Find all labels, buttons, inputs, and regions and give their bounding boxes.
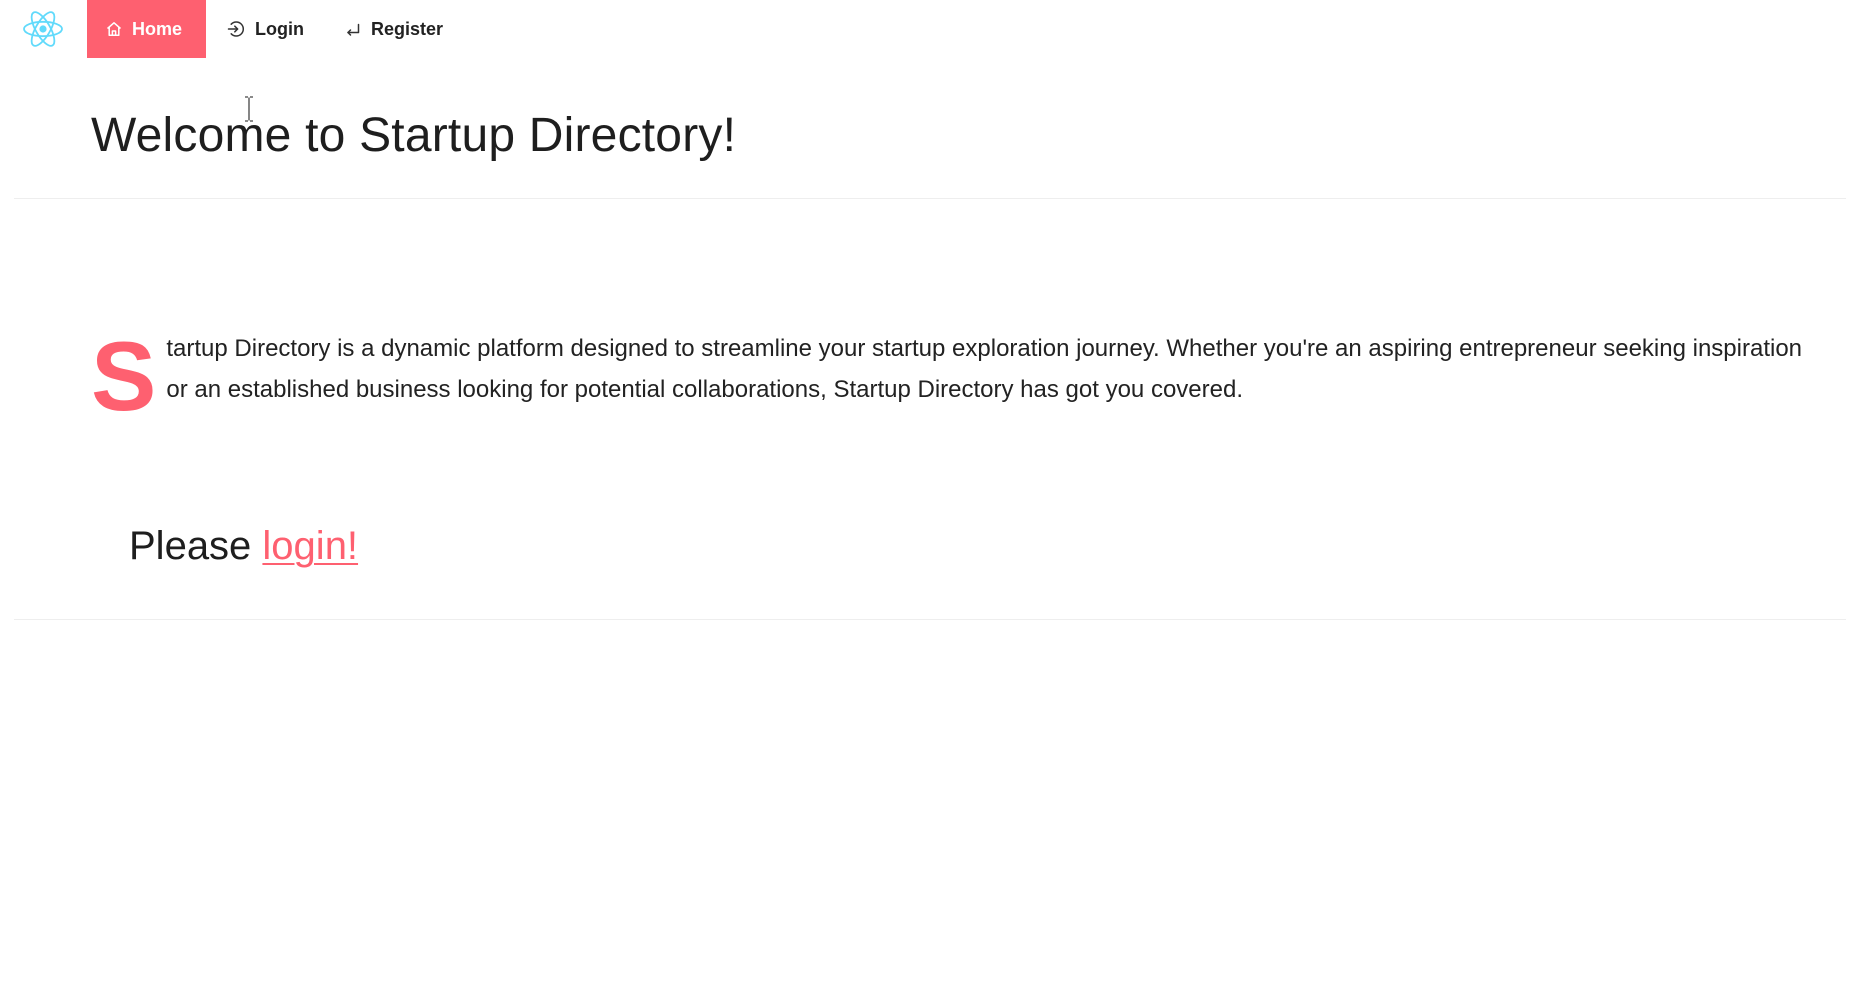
page-title: Welcome to Startup Directory! bbox=[91, 109, 737, 162]
nav-home[interactable]: Home bbox=[87, 0, 206, 58]
app-logo[interactable] bbox=[0, 0, 87, 58]
nav-login[interactable]: Login bbox=[206, 0, 324, 58]
home-icon bbox=[105, 20, 123, 38]
content-divider bbox=[14, 619, 1846, 620]
nav-register-label: Register bbox=[370, 18, 444, 39]
register-icon bbox=[344, 20, 362, 38]
intro-paragraph: Startup Directory is a dynamic platform … bbox=[91, 321, 1811, 431]
login-prompt: Please login! bbox=[129, 524, 358, 569]
nav-home-label: Home bbox=[132, 18, 183, 39]
login-prompt-prefix: Please bbox=[129, 524, 263, 568]
intro-text: tartup Directory is a dynamic platform d… bbox=[166, 335, 1803, 403]
nav-register[interactable]: Register bbox=[324, 0, 463, 58]
login-icon bbox=[226, 19, 246, 39]
top-navbar: Home Login Register bbox=[0, 0, 1864, 58]
header-divider bbox=[14, 198, 1846, 199]
intro-drop-cap: S bbox=[91, 321, 157, 431]
nav-login-label: Login bbox=[255, 18, 304, 39]
login-link[interactable]: login! bbox=[262, 524, 358, 568]
react-atom-icon bbox=[22, 11, 63, 47]
